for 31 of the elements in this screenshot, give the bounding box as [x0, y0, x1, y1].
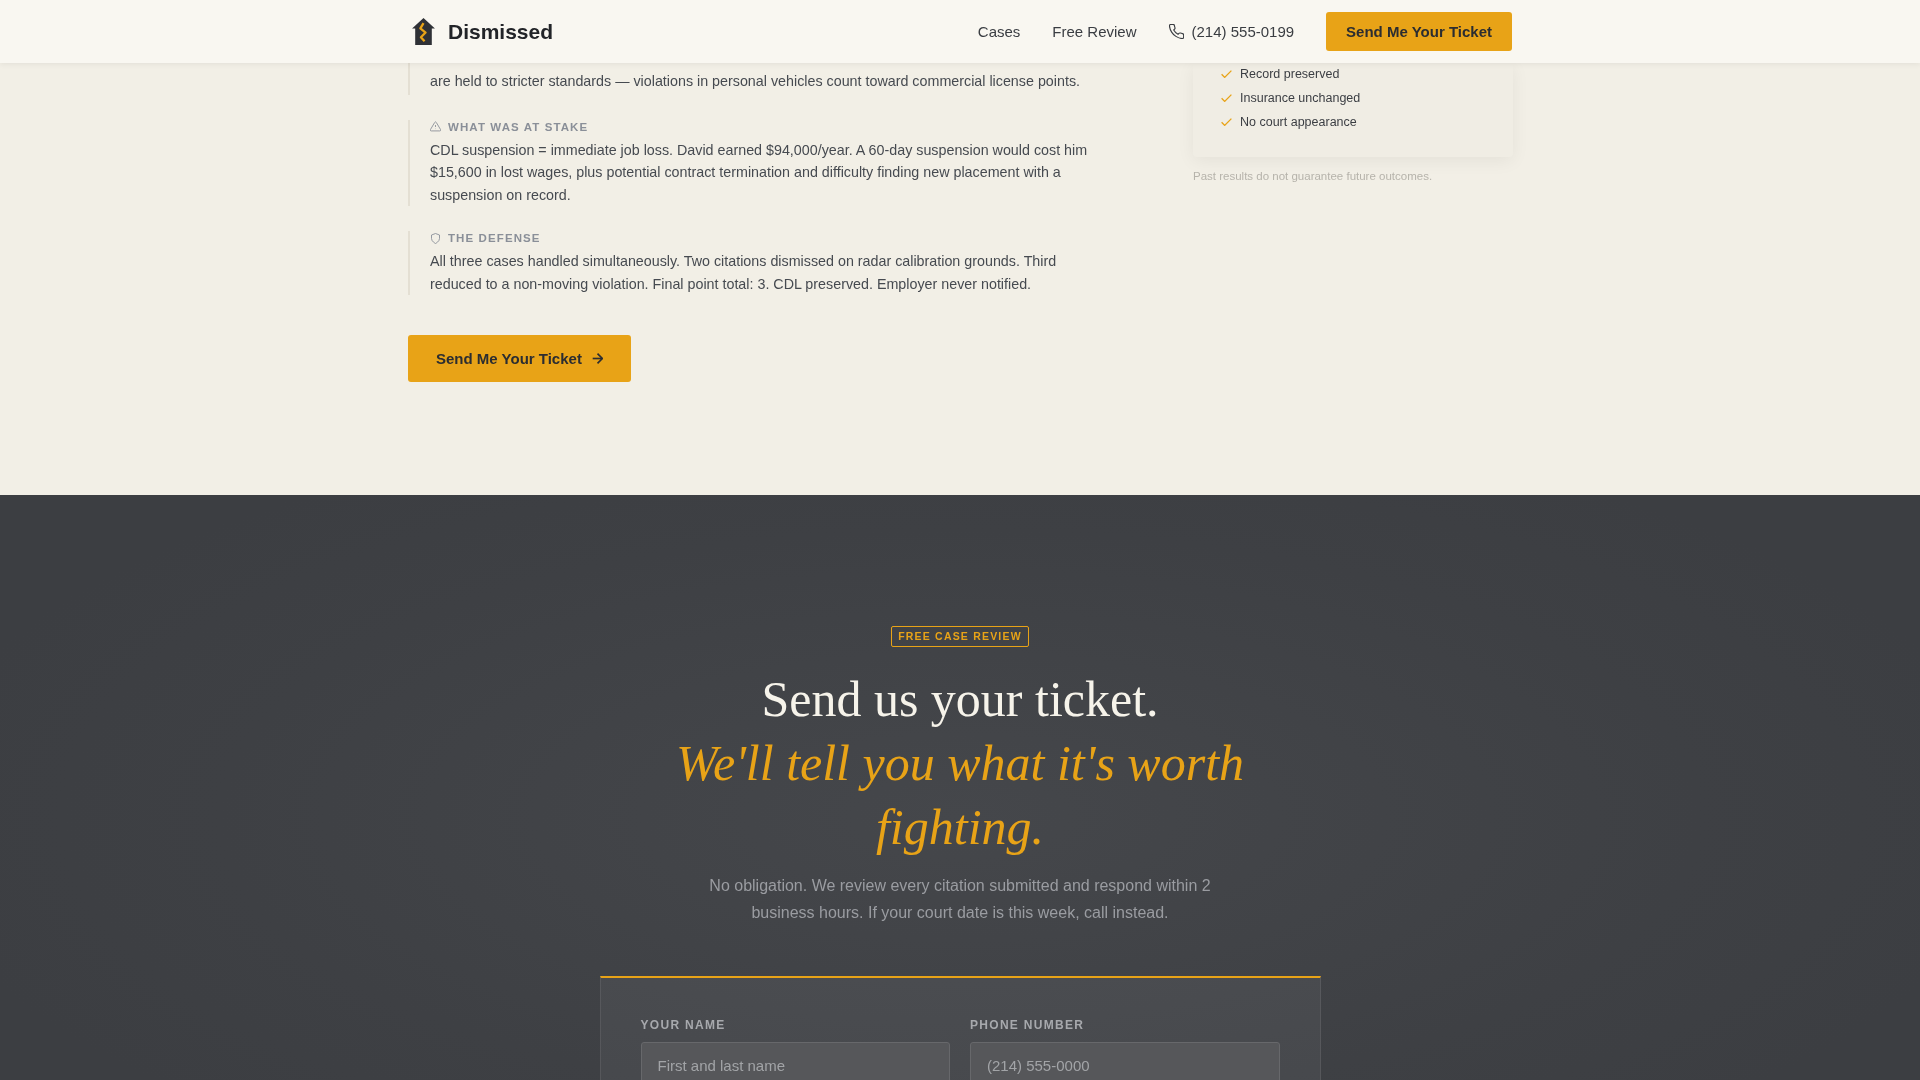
- phone-icon: [1168, 24, 1184, 39]
- arrow-icon: [591, 353, 603, 364]
- section-heading: Send us your ticket.: [761, 670, 1159, 729]
- section-label: THE DEFENSE: [448, 232, 541, 244]
- check-icon: [1221, 94, 1232, 102]
- intro-paragraph: No obligation. We review every citation submitted and respond within 2 business hours. If your court date is this week, call instead.: [708, 876, 1212, 923]
- section-badge: FREE CASE REVIEW: [891, 626, 1029, 647]
- input-field[interactable]: (214) 555-0000: [970, 1042, 1280, 1080]
- result-item: Insurance unchanged: [1240, 91, 1361, 105]
- shield-icon: [430, 232, 441, 244]
- section-label: WHAT WAS AT STAKE: [448, 120, 589, 133]
- house-icon: [412, 18, 435, 45]
- send-ticket-button[interactable]: Send Me Your Ticket: [408, 335, 631, 382]
- brand-name: Dismissed: [448, 19, 554, 44]
- case-paragraph: CDL suspension = immediate job loss. David earned $94,000/year. A 60-day suspension would cost him $15,600 in lost wages, plus potential contract termination and difficulty finding new placement with a suspension on record.: [430, 140, 1089, 205]
- phone-link[interactable]: (214) 555-0199: [1168, 23, 1295, 40]
- check-icon: [1221, 118, 1232, 126]
- warning-icon: [430, 121, 441, 132]
- check-icon: [1221, 70, 1232, 78]
- send-ticket-button[interactable]: Send Me Your Ticket: [1326, 12, 1512, 51]
- field-label: YOUR NAME: [640, 1018, 727, 1032]
- input-field[interactable]: First and last name: [640, 1042, 950, 1080]
- nav-link[interactable]: Free Review: [1052, 23, 1137, 40]
- disclaimer-text: Past results do not guarantee future outcomes.: [1193, 170, 1434, 182]
- result-item: Record preserved: [1240, 67, 1340, 81]
- case-paragraph: are held to stricter standards — violations in personal vehicles count toward commercial license points.: [430, 72, 1082, 91]
- field-label: PHONE NUMBER: [970, 1018, 1086, 1032]
- case-paragraph: All three cases handled simultaneously. Two citations dismissed on radar calibration grounds. Third reduced to a non-moving violation. Final point total: 3. CDL preserved. Employer never notified.: [430, 252, 1058, 294]
- nav-link[interactable]: Cases: [977, 23, 1021, 40]
- section-subheading: We'll tell you what it's worth fighting.: [674, 734, 1246, 857]
- result-item: No court appearance: [1240, 115, 1357, 129]
